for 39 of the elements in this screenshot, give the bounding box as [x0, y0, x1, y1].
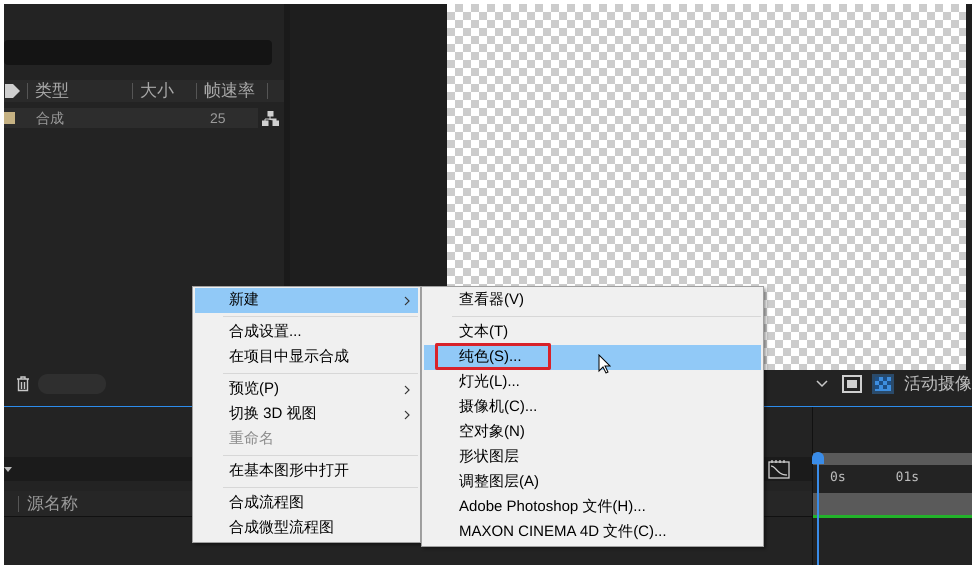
- column-label[interactable]: 类型: [28, 78, 132, 104]
- checkerboard-icon[interactable]: [872, 374, 894, 394]
- ruler-label: 0s: [830, 469, 846, 488]
- mouse-cursor-icon: [598, 354, 611, 374]
- menu-item[interactable]: 摄像机(C)...: [424, 395, 761, 420]
- item-type: 合成: [36, 108, 65, 128]
- menu-item[interactable]: 文本(T): [424, 320, 761, 345]
- menu-item[interactable]: 在项目中显示合成: [195, 345, 418, 370]
- menu-item[interactable]: 合成流程图: [195, 491, 418, 516]
- frame-icon[interactable]: [842, 374, 862, 392]
- column-label[interactable]: 源名称: [27, 490, 78, 516]
- menu-item[interactable]: 灯光(L)...: [424, 370, 761, 395]
- column-label[interactable]: 帧速率: [197, 78, 267, 104]
- menu-item[interactable]: 纯色(S)...: [424, 345, 761, 370]
- menu-item[interactable]: MAXON CINEMA 4D 文件(C)...: [424, 520, 761, 545]
- search-field[interactable]: [4, 40, 272, 65]
- ruler-label: 01s: [896, 469, 920, 488]
- menu-item[interactable]: 调整图层(A): [424, 470, 761, 495]
- menu-item[interactable]: 切换 3D 视图: [195, 402, 418, 427]
- menu-item[interactable]: 合成微型流程图: [195, 516, 418, 541]
- column-label[interactable]: 大小: [133, 78, 196, 104]
- menu-item[interactable]: 合成设置...: [195, 320, 418, 345]
- item-frame-rate: 25: [210, 108, 226, 128]
- project-row[interactable]: 合成 25: [4, 108, 258, 128]
- tag-icon: [5, 83, 21, 99]
- flowchart-icon[interactable]: [262, 110, 279, 126]
- menu-item[interactable]: 查看器(V): [424, 288, 761, 313]
- menu-item[interactable]: 预览(P): [195, 377, 418, 402]
- caret-icon[interactable]: [816, 380, 828, 388]
- menu-item[interactable]: 在基本图形中打开: [195, 459, 418, 484]
- menu-item[interactable]: 形状图层: [424, 445, 761, 470]
- trash-icon[interactable]: [16, 376, 30, 392]
- camera-label[interactable]: 活动摄像: [904, 370, 972, 396]
- menu-item[interactable]: 空对象(N): [424, 420, 761, 445]
- graph-editor-icon[interactable]: [768, 459, 790, 479]
- menu-item[interactable]: 新建: [195, 288, 418, 313]
- playhead[interactable]: [811, 452, 825, 565]
- dropdown-caret-icon[interactable]: [4, 466, 12, 472]
- menu-item[interactable]: Adobe Photoshop 文件(H)...: [424, 495, 761, 520]
